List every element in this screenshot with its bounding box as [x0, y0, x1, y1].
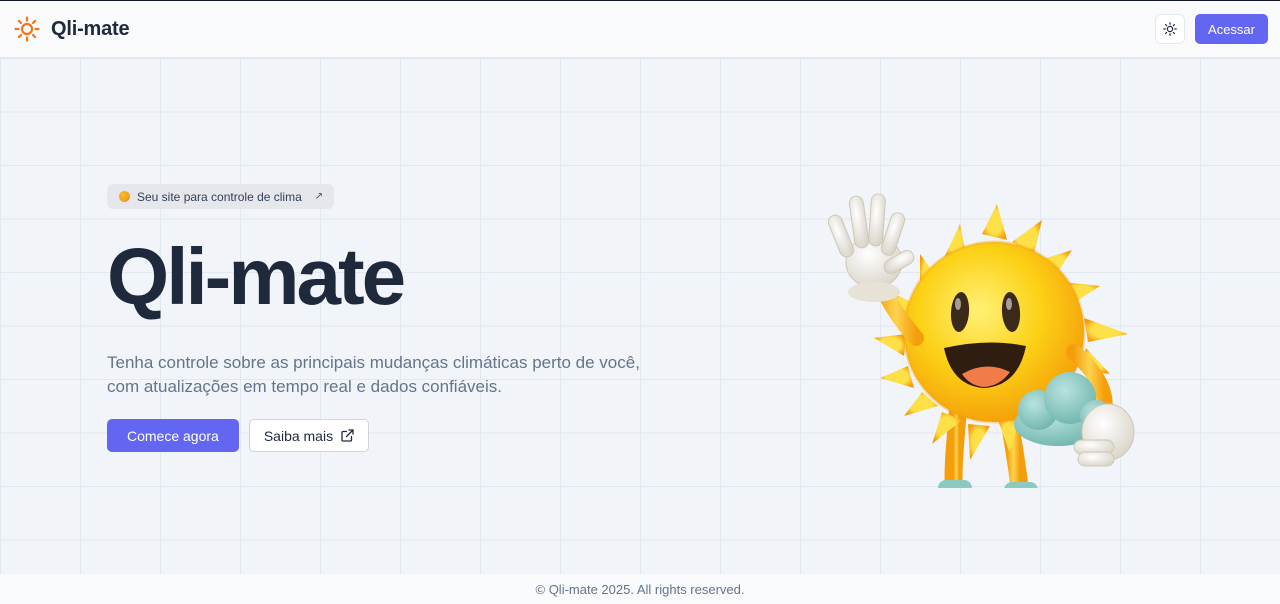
arrow-up-right-icon: ↗ [314, 191, 324, 202]
footer-copyright: © Qli-mate 2025. All rights reserved. [535, 581, 745, 597]
theme-toggle-button[interactable] [1155, 14, 1186, 44]
learn-more-label: Saiba mais [263, 427, 334, 444]
hero-title: Qli-mate [107, 232, 406, 321]
get-started-button[interactable]: Comece agora [107, 419, 239, 452]
sun-dot-icon [119, 191, 130, 202]
external-link-icon [341, 429, 354, 442]
cta-row: Comece agora Saiba mais [107, 419, 667, 452]
footer: © Qli-mate 2025. All rights reserved. [0, 574, 1280, 604]
hero-lead: Tenha controle sobre as principais mudan… [107, 351, 647, 399]
login-button[interactable]: Acessar [1195, 14, 1268, 44]
brand-name: Qli-mate [51, 17, 130, 40]
hero-lead-line-2: com atualizações em tempo real e dados c… [107, 377, 502, 396]
hero-section: Seu site para controle de clima ↗ Qli-ma… [0, 58, 1280, 574]
hero-text: Seu site para controle de clima ↗ Qli-ma… [107, 184, 667, 452]
top-navbar: Qli-mate Acessar [0, 1, 1280, 58]
sun-icon [14, 16, 40, 42]
hero-lead-line-1: Tenha controle sobre as principais mudan… [107, 353, 640, 372]
header-actions: Acessar [1155, 14, 1268, 44]
hero-badge-text: Seu site para controle de clima [137, 189, 302, 204]
sun-mascot-illustration [812, 142, 1142, 538]
sun-icon [1163, 22, 1177, 36]
learn-more-button[interactable]: Saiba mais [248, 419, 370, 452]
hero-badge[interactable]: Seu site para controle de clima ↗ [107, 184, 335, 209]
brand[interactable]: Qli-mate [14, 16, 130, 42]
